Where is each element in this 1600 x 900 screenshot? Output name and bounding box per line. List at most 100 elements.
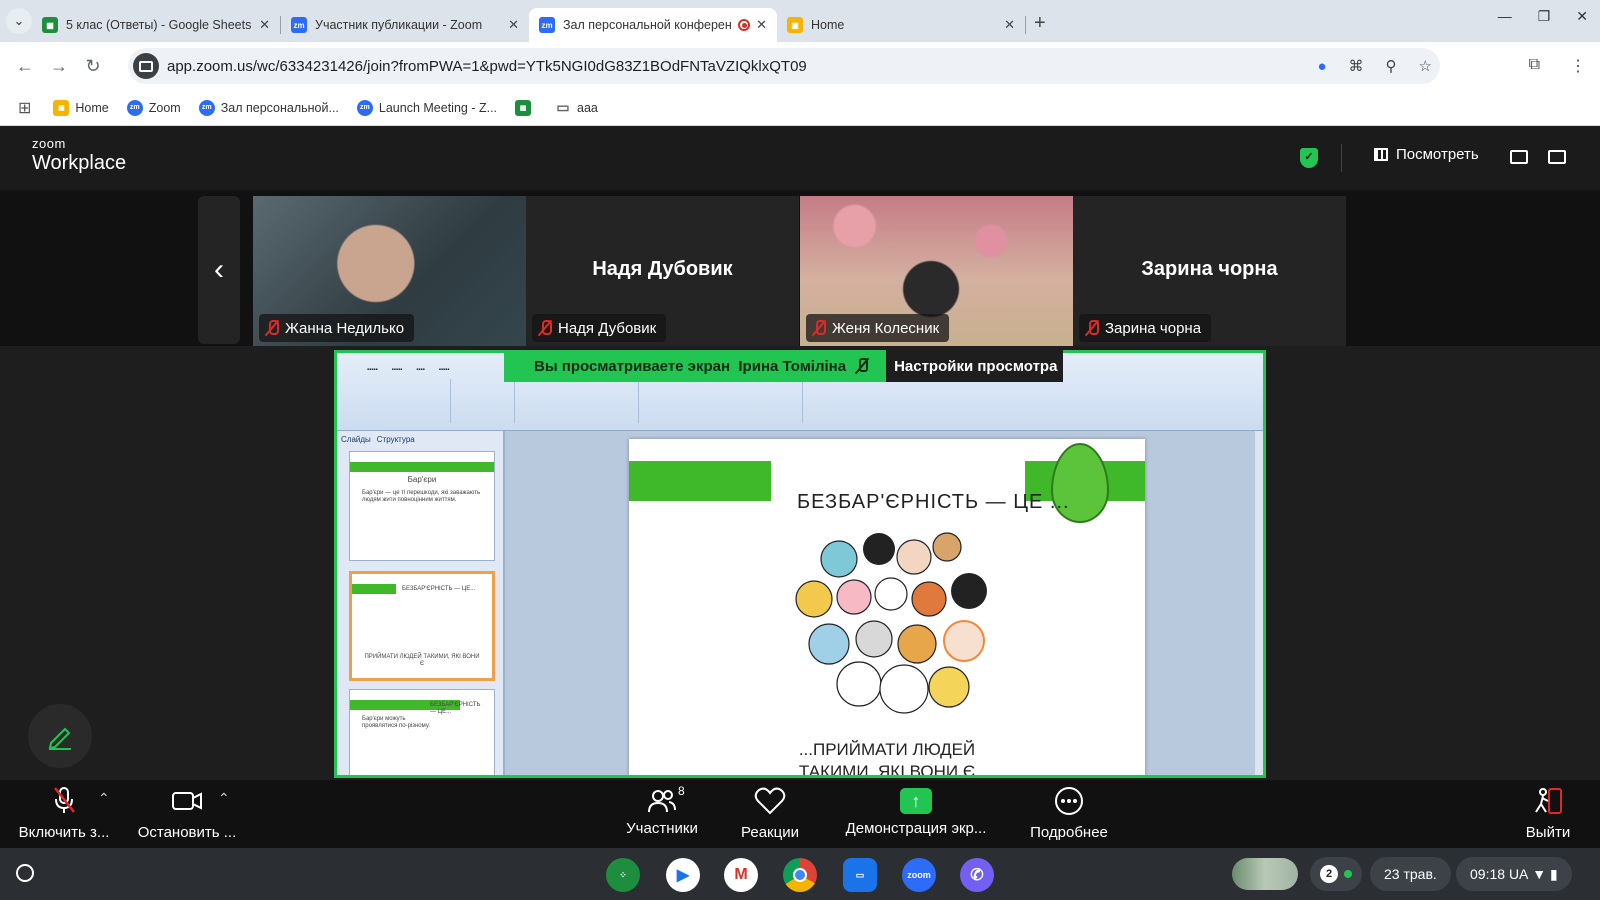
- camera-icon: [172, 792, 202, 810]
- picture-in-picture-icon[interactable]: [1510, 150, 1528, 164]
- participant-name: Жанна Недилько: [285, 319, 405, 337]
- slide-thumbnail-selected: БЕЗБАР'ЄРНІСТЬ — ЦЕ... ПРИЙМАТИ ЛЮДЕЙ ТА…: [349, 571, 495, 681]
- tab-zoom-conference[interactable]: zm Зал персональной конференции ✕: [529, 8, 777, 42]
- tab-zoom-participant[interactable]: zm Участник публикации - Zoom ✕: [281, 8, 529, 42]
- view-button[interactable]: Посмотреть: [1374, 146, 1479, 163]
- close-icon[interactable]: ✕: [1004, 17, 1015, 33]
- bookmark-folder-aaa[interactable]: ▭ aaa: [555, 99, 597, 116]
- ribbon-group: [341, 379, 451, 423]
- menu-icon[interactable]: ⋮: [1570, 56, 1586, 76]
- thumb-title: БЕЗБАР'ЄРНІСТЬ — ЦЕ...: [430, 702, 481, 715]
- screen-capture-thumbnail[interactable]: [1232, 858, 1298, 890]
- annotate-button[interactable]: [28, 704, 92, 768]
- apps-grid-icon[interactable]: ⊞: [18, 98, 31, 118]
- gallery-view-icon: [1374, 148, 1388, 161]
- previous-page-button[interactable]: ‹: [198, 196, 240, 344]
- encryption-shield-icon[interactable]: ✓: [1300, 148, 1318, 168]
- play-store-icon[interactable]: ▶: [666, 858, 700, 892]
- status-dot: [1344, 870, 1352, 878]
- participant-tile[interactable]: Жанна Недилько: [253, 196, 526, 346]
- tab-sheets[interactable]: ▦ 5 клас (Ответы) - Google Sheets ✕: [32, 8, 280, 42]
- mic-muted-icon: [812, 320, 826, 336]
- bookmark-star-icon[interactable]: ☆: [1419, 57, 1432, 75]
- chrome-icon[interactable]: [783, 858, 817, 892]
- date-tray[interactable]: 23 трав.: [1370, 857, 1451, 891]
- bookmark-label: Zoom: [148, 100, 181, 115]
- reactions-button[interactable]: Реакции: [730, 786, 810, 841]
- bookmark-home[interactable]: ▣ Home: [53, 99, 109, 116]
- bookmark-label: Launch Meeting - Z...: [378, 100, 498, 115]
- tab-title: Зал персональной конференции: [563, 18, 732, 32]
- thumb-title: БЕЗБАР'ЄРНІСТЬ — ЦЕ...: [402, 586, 476, 592]
- translate-icon[interactable]: ⌘: [1349, 57, 1364, 75]
- zoom-icon[interactable]: zoom: [902, 858, 936, 892]
- launcher-icon[interactable]: [16, 864, 34, 882]
- participants-icon: [648, 790, 676, 813]
- site-info-icon[interactable]: [133, 53, 159, 79]
- slides-tab: Слайды: [341, 435, 371, 444]
- ribbon-tab: ▪▪▪▪: [416, 367, 425, 373]
- status-tray[interactable]: 09:18 UA ▼ ▮: [1456, 857, 1572, 891]
- bookmark-conference[interactable]: zm Зал персональной...: [198, 99, 339, 116]
- mic-muted-icon: [1085, 320, 1099, 336]
- minimize-icon[interactable]: —: [1498, 8, 1512, 25]
- restore-icon[interactable]: ❐: [1538, 8, 1551, 25]
- new-tab-button[interactable]: +: [1034, 12, 1046, 35]
- video-options-caret[interactable]: ⌃: [218, 790, 230, 807]
- more-button[interactable]: Подробнее: [1024, 786, 1114, 841]
- close-icon[interactable]: ✕: [756, 17, 767, 33]
- battery-icon: ▮: [1550, 865, 1558, 882]
- participant-tile[interactable]: Зарина чорна Зарина чорна: [1073, 196, 1346, 346]
- thumb-title: Бар'єри: [407, 475, 437, 484]
- back-icon[interactable]: ←: [8, 56, 42, 77]
- bookmark-launch-meeting[interactable]: zm Launch Meeting - Z...: [356, 99, 498, 116]
- viber-icon[interactable]: ✆: [960, 858, 994, 892]
- extensions-icon[interactable]: ⧉: [1529, 56, 1540, 76]
- tab-search-button[interactable]: ⌄: [6, 8, 32, 34]
- magnifier-icon[interactable]: ⚲: [1386, 57, 1397, 75]
- more-label: Подробнее: [1030, 824, 1108, 841]
- leave-button[interactable]: Выйти: [1516, 786, 1580, 841]
- close-icon[interactable]: ✕: [508, 17, 519, 33]
- participant-tile[interactable]: Женя Колесник: [800, 196, 1073, 346]
- participant-namebar: Зарина чорна: [1079, 314, 1212, 342]
- current-slide: БЕЗБАР'ЄРНІСТЬ — ЦЕ ... ...ПРИЙМАТИ ЛЮДЕ…: [629, 439, 1145, 775]
- shared-screen[interactable]: ▪▪▪▪▪ ▪▪▪▪▪ ▪▪▪▪ ▪▪▪▪▪ Слайды Структура …: [334, 350, 1266, 778]
- header-divider: [1341, 144, 1342, 172]
- mic-options-caret[interactable]: ⌃: [98, 790, 110, 807]
- reactions-label: Реакции: [741, 824, 799, 841]
- participants-label: Участники: [626, 820, 698, 837]
- thumb-text: Бар'єри — це ті перешкоди, які заважають…: [362, 490, 481, 503]
- mic-off-icon: [54, 787, 75, 813]
- zoom-icon: zm: [539, 17, 555, 33]
- files-icon[interactable]: ▭: [843, 858, 877, 892]
- fullscreen-icon[interactable]: [1548, 150, 1566, 164]
- reload-icon[interactable]: ↻: [76, 56, 110, 77]
- zoom-ext-icon[interactable]: ●: [1317, 58, 1326, 75]
- address-bar[interactable]: app.zoom.us/wc/6334231426/join?fromPWA=1…: [128, 48, 1440, 84]
- participant-namebar: Женя Колесник: [806, 314, 950, 342]
- participants-icon-wrap: 8: [620, 784, 704, 816]
- participants-button[interactable]: 8 Участники: [620, 784, 704, 837]
- locale-text: UA: [1508, 866, 1529, 882]
- forward-icon[interactable]: →: [42, 56, 76, 77]
- bookmark-sheets[interactable]: ▦: [515, 99, 537, 116]
- close-icon[interactable]: ✕: [259, 17, 270, 33]
- thumb-text: Бар'єри можуть проявлятися по-різному.: [362, 716, 430, 729]
- zoom-icon: zm: [356, 99, 373, 116]
- files-app-icon[interactable]: ⁘: [606, 858, 640, 892]
- classroom-icon: ▣: [53, 99, 70, 116]
- folder-icon: ▭: [556, 99, 570, 115]
- share-icon-wrap: ↑: [836, 786, 996, 816]
- tab-home[interactable]: ▣ Home ✕: [777, 8, 1025, 42]
- close-window-icon[interactable]: ✕: [1576, 8, 1588, 25]
- share-screen-button[interactable]: ↑ Демонстрация экр...: [836, 786, 996, 837]
- participant-tile[interactable]: Надя Дубовик Надя Дубовик: [526, 196, 799, 346]
- bookmark-zoom[interactable]: zm Zoom: [126, 99, 181, 116]
- notification-tray[interactable]: 2: [1310, 857, 1362, 891]
- gmail-icon[interactable]: M: [724, 858, 758, 892]
- view-options-button[interactable]: Настройки просмотра: [886, 350, 1064, 382]
- zoom-meeting: zoom Workplace ✓ Посмотреть ‹ Жанна Неди…: [0, 126, 1600, 848]
- meeting-toolbar: Включить з... ⌃ Остановить ... ⌃ 8 Участ…: [0, 780, 1600, 848]
- viewing-text: Вы просматриваете экран: [534, 357, 731, 375]
